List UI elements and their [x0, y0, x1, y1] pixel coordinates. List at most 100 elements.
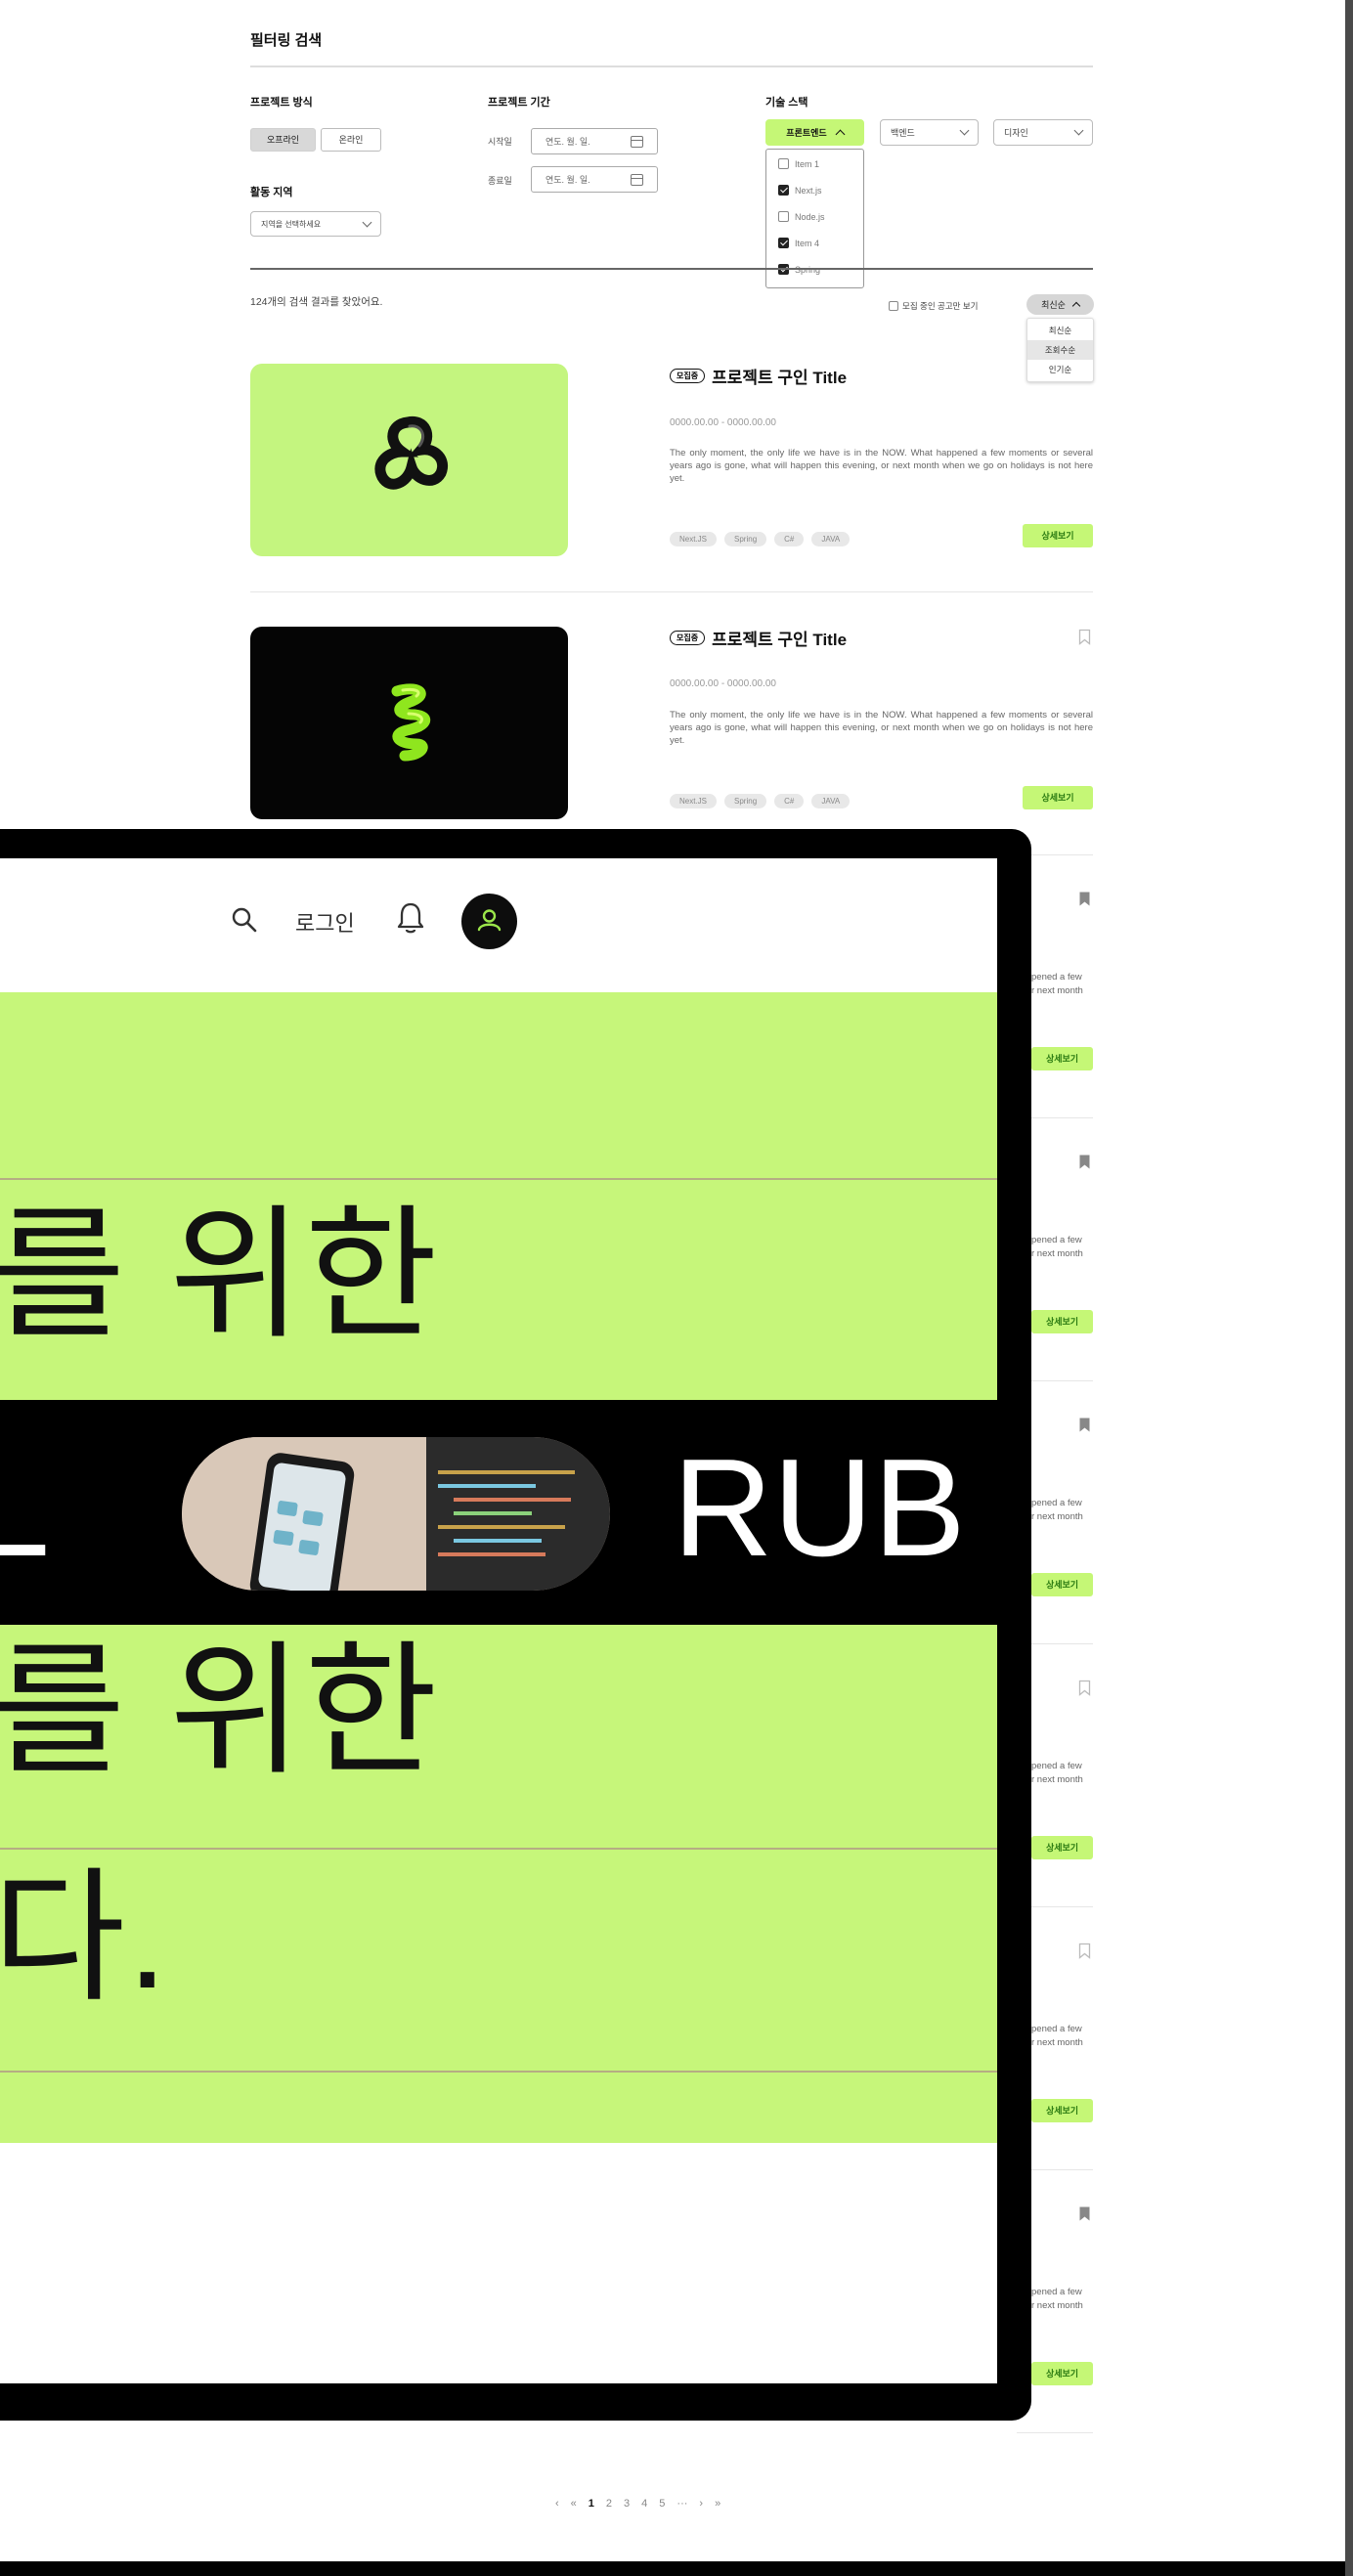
- project-period: 0000.00.00 - 0000.00.00: [670, 417, 776, 428]
- page-prev[interactable]: ‹: [555, 2498, 559, 2510]
- region-select[interactable]: 지역을 선택하세요: [250, 211, 381, 237]
- page-next[interactable]: ›: [699, 2498, 703, 2510]
- chevron-up-icon: [1071, 301, 1081, 311]
- bookmark-filled-icon[interactable]: [1078, 1417, 1091, 1433]
- checkbox-checked[interactable]: [778, 238, 789, 248]
- sort-option[interactable]: 최신순: [1027, 321, 1093, 340]
- stack-design-dropdown[interactable]: 디자인: [993, 119, 1093, 146]
- search-icon[interactable]: [231, 906, 258, 934]
- stack-option-label: Next.js: [795, 185, 822, 196]
- marquee-text-right: RUB: [673, 1430, 966, 1586]
- sort-dropdown[interactable]: 최신순: [1026, 294, 1094, 315]
- open-only-label: 모집 중인 공고만 보기: [902, 301, 979, 311]
- bell-icon[interactable]: [395, 900, 426, 936]
- stack-option-label: Item 4: [795, 238, 820, 248]
- sort-selected: 최신순: [1041, 300, 1066, 310]
- details-button[interactable]: 상세보기: [1031, 1310, 1093, 1333]
- page-last[interactable]: »: [715, 2498, 720, 2510]
- login-link[interactable]: 로그인: [295, 906, 355, 938]
- details-button[interactable]: 상세보기: [1023, 786, 1093, 809]
- chevron-up-icon: [835, 129, 846, 139]
- desc-fragment: r next month: [1031, 1248, 1083, 1259]
- details-button[interactable]: 상세보기: [1023, 524, 1093, 547]
- period-label: 프로젝트 기간: [488, 97, 550, 109]
- bookmark-icon[interactable]: [1078, 1943, 1091, 1959]
- chevron-down-icon: [1073, 125, 1084, 136]
- open-only-toggle[interactable]: 모집 중인 공고만 보기: [889, 300, 978, 312]
- stack-backend-label: 백엔드: [891, 128, 915, 138]
- stack-option[interactable]: Next.js: [778, 185, 822, 196]
- tag: Spring: [724, 794, 767, 808]
- tag: C#: [774, 532, 805, 546]
- stack-label: 기술 스택: [765, 97, 808, 109]
- date-placeholder: 연도. 월. 일.: [546, 175, 590, 185]
- status-badge: 모집중: [670, 369, 706, 383]
- details-button[interactable]: 상세보기: [1031, 2099, 1093, 2122]
- project-title[interactable]: 프로젝트 구인 Title: [712, 631, 847, 649]
- page-ellipsis: ···: [676, 2498, 688, 2510]
- method-label: 프로젝트 방식: [250, 97, 313, 109]
- details-button[interactable]: 상세보기: [1031, 1047, 1093, 1070]
- desc-fragment: r next month: [1031, 2300, 1083, 2311]
- checkbox[interactable]: [778, 158, 789, 169]
- divider-line: [0, 1178, 997, 1180]
- page-first[interactable]: «: [571, 2498, 577, 2510]
- bookmark-filled-icon[interactable]: [1078, 1154, 1091, 1170]
- start-date-input[interactable]: 연도. 월. 일.: [531, 128, 658, 154]
- details-button[interactable]: 상세보기: [1031, 2362, 1093, 2385]
- divider: [1017, 2432, 1093, 2433]
- divider-line: [0, 2071, 997, 2073]
- page-number-current[interactable]: 1: [589, 2498, 594, 2510]
- checkbox[interactable]: [778, 211, 789, 222]
- stack-option-label: Item 1: [795, 158, 820, 169]
- bookmark-icon[interactable]: [1078, 629, 1091, 645]
- project-thumbnail[interactable]: [250, 627, 568, 819]
- window-edge: [1345, 0, 1353, 2576]
- tag: Next.JS: [670, 794, 718, 808]
- divider: [250, 591, 1093, 592]
- chevron-down-icon: [362, 217, 372, 227]
- sort-menu: 최신순 조회수순 인기순: [1026, 318, 1094, 382]
- method-offline-button[interactable]: 오프라인: [250, 128, 316, 152]
- tag: Next.JS: [670, 532, 718, 546]
- page-number[interactable]: 5: [659, 2498, 665, 2510]
- result-count: 124개의 검색 결과를 찾았어요.: [250, 296, 383, 308]
- stack-backend-dropdown[interactable]: 백엔드: [880, 119, 979, 146]
- chevron-down-icon: [959, 125, 970, 136]
- sort-option[interactable]: 조회수순: [1027, 340, 1093, 360]
- checkbox-checked[interactable]: [778, 185, 789, 196]
- tag: Spring: [724, 532, 767, 546]
- calendar-icon: [631, 173, 643, 186]
- desc-fragment: pened a few: [1031, 2024, 1082, 2034]
- details-button[interactable]: 상세보기: [1031, 1836, 1093, 1859]
- project-description: The only moment, the only life we have i…: [670, 448, 1093, 484]
- tag-list: Next.JS Spring C# JAVA: [670, 791, 857, 808]
- desc-fragment: pened a few: [1031, 1761, 1082, 1771]
- divider: [250, 268, 1093, 270]
- avatar[interactable]: [461, 894, 517, 949]
- region-label: 활동 지역: [250, 187, 293, 198]
- page-number[interactable]: 4: [641, 2498, 647, 2510]
- desc-fragment: pened a few: [1031, 972, 1082, 982]
- stack-option[interactable]: Item 1: [778, 158, 819, 169]
- stack-option[interactable]: Item 4: [778, 238, 819, 248]
- sort-option[interactable]: 인기순: [1027, 360, 1093, 379]
- bookmark-filled-icon[interactable]: [1078, 891, 1091, 907]
- tag-list: Next.JS Spring C# JAVA: [670, 529, 857, 546]
- project-description: The only moment, the only life we have i…: [670, 710, 1093, 746]
- region-placeholder: 지역을 선택하세요: [261, 219, 322, 229]
- project-thumbnail[interactable]: [250, 364, 568, 556]
- project-title[interactable]: 프로젝트 구인 Title: [712, 369, 847, 387]
- checkbox[interactable]: [889, 301, 898, 311]
- page-number[interactable]: 2: [606, 2498, 612, 2510]
- filter-heading: 필터링 검색: [250, 32, 323, 49]
- stack-frontend-label: 프론트엔드: [786, 128, 827, 138]
- details-button[interactable]: 상세보기: [1031, 1573, 1093, 1596]
- stack-option[interactable]: Node.js: [778, 211, 825, 222]
- stack-frontend-dropdown[interactable]: 프론트엔드: [765, 119, 864, 146]
- bookmark-icon[interactable]: [1078, 1680, 1091, 1696]
- method-online-button[interactable]: 온라인: [321, 128, 381, 152]
- end-date-input[interactable]: 연도. 월. 일.: [531, 166, 658, 193]
- page-number[interactable]: 3: [624, 2498, 630, 2510]
- bookmark-filled-icon[interactable]: [1078, 2205, 1091, 2222]
